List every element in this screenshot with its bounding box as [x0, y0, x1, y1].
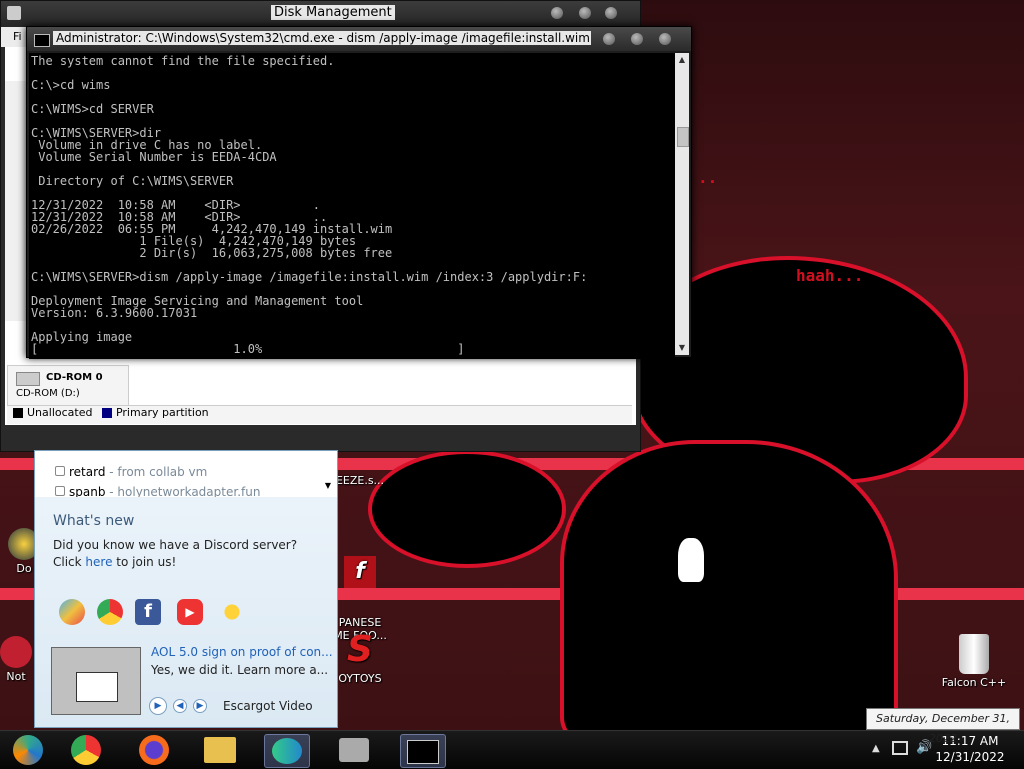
console-line: C:\>cd wims [31, 78, 111, 92]
window-title: Administrator: C:\Windows\System32\cmd.e… [53, 31, 591, 45]
taskbar-icon-graphic [272, 738, 302, 764]
youtube-icon[interactable]: ▶ [177, 599, 203, 625]
app-shortcuts: f ▶ [53, 599, 323, 629]
play-icon[interactable]: ▶ [149, 697, 167, 715]
title-bar[interactable]: Administrator: C:\Windows\System32\cmd.e… [27, 27, 691, 51]
cmd-icon [34, 34, 50, 47]
volume-column [5, 81, 28, 321]
close-button[interactable] [659, 33, 671, 45]
legend-primary: Primary partition [115, 406, 209, 419]
taskbar-icon-graphic [204, 737, 236, 763]
network-icon[interactable] [892, 741, 908, 755]
vertical-scrollbar[interactable]: ▲ ▼ [675, 53, 689, 355]
console-line: C:\WIMS>cd SERVER [31, 102, 154, 116]
cmd-window[interactable]: Administrator: C:\Windows\System32\cmd.e… [26, 26, 692, 359]
status-icon [55, 486, 65, 496]
console-line: Volume Serial Number is EEDA-4CDA [31, 150, 277, 164]
thumbnail-window [76, 672, 118, 702]
contact-name: spanb [69, 485, 106, 497]
scroll-up-icon[interactable]: ▲ [677, 55, 687, 65]
previous-icon[interactable]: ◀ [173, 699, 187, 713]
video-thumbnail[interactable] [51, 647, 141, 715]
recycle-bin-icon [959, 634, 989, 674]
help-button[interactable] [551, 7, 563, 19]
status-icon [55, 466, 65, 476]
flash-icon: f [344, 556, 376, 588]
cdrom-disk[interactable]: CD-ROM 0 CD-ROM (D:) [7, 365, 129, 407]
video-label: Escargot Video [223, 699, 313, 713]
unallocated-swatch [13, 408, 23, 418]
windows-live-messenger-icon[interactable] [264, 734, 310, 768]
console-line: Directory of C:\WIMS\SERVER [31, 174, 234, 188]
window-title: Disk Management [271, 5, 395, 20]
facebook-icon[interactable]: f [135, 599, 161, 625]
console-line: The system cannot find the file specifie… [31, 54, 335, 68]
contact-list[interactable]: retard - from collab vm spanb - holynetw… [35, 451, 337, 497]
cmd-icon[interactable] [400, 734, 446, 768]
show-hidden-icons-icon[interactable]: ▲ [872, 743, 880, 754]
chrome-icon[interactable] [97, 599, 123, 625]
windows-media-center-icon[interactable] [6, 734, 50, 766]
discord-promo: Did you know we have a Discord server? C… [53, 537, 323, 571]
wallpaper-text: .. [698, 168, 718, 187]
console-line: Version: 6.3.9600.17031 [31, 306, 198, 320]
wallpaper-hand-mark [678, 538, 704, 582]
app-icon [0, 636, 32, 668]
taskbar-icon-graphic [339, 738, 369, 762]
whats-new-heading: What's new [53, 513, 135, 529]
app-icon: S [347, 629, 373, 670]
console-output[interactable]: The system cannot find the file specifie… [29, 53, 675, 359]
taskbar-icon-graphic [71, 735, 101, 765]
disk-name: CD-ROM 0 [46, 372, 103, 383]
partition-legend: Unallocated Primary partition [7, 405, 632, 424]
minimize-button[interactable] [579, 7, 591, 19]
contact-item[interactable]: spanb - holynetworkadapter.fun [55, 485, 260, 497]
discord-link[interactable]: here [85, 555, 112, 569]
legend-unallocated: Unallocated [27, 406, 93, 419]
disk-management-icon[interactable] [332, 734, 376, 766]
contact-item[interactable]: retard - from collab vm [55, 465, 207, 479]
taskbar-icon-graphic [13, 735, 43, 765]
next-icon[interactable]: ▶ [193, 699, 207, 713]
wallpaper-text: haah... [796, 266, 864, 285]
news-description: Yes, we did it. Learn more a... [151, 663, 329, 677]
maximize-button[interactable] [631, 33, 643, 45]
news-title[interactable]: AOL 5.0 sign on proof of con... [151, 645, 333, 659]
minimize-button[interactable] [603, 33, 615, 45]
wallpaper-creature-body [560, 440, 898, 730]
chrome-icon[interactable] [64, 734, 108, 766]
taskbar-icon-graphic [407, 740, 439, 764]
console-line: C:\WIMS\SERVER>dism /apply-image /imagef… [31, 270, 588, 284]
contact-name: retard [69, 465, 106, 479]
date-tooltip: Saturday, December 31, 2022 [866, 708, 1020, 745]
weather-icon[interactable] [219, 599, 245, 625]
contact-message: - holynetworkadapter.fun [109, 485, 261, 497]
maximize-button[interactable] [605, 7, 617, 19]
console-line: [ 1.0% ] [31, 342, 465, 356]
file-explorer-icon[interactable] [198, 734, 242, 766]
primary-swatch [101, 408, 112, 418]
disk-drive: CD-ROM (D:) [16, 388, 80, 399]
console-line: 2 Dir(s) 16,063,275,008 bytes free [31, 246, 393, 260]
taskbar: ▲ 🔊 11:17 AM 12/31/2022 [0, 730, 1024, 769]
recycle-bin[interactable]: Falcon C++ [932, 634, 1016, 689]
promo-tail: to join us! [116, 555, 177, 569]
scroll-thumb[interactable] [677, 127, 689, 147]
title-bar[interactable]: Disk Management [1, 1, 640, 27]
cdrom-icon [16, 372, 40, 386]
scroll-down-icon[interactable]: ▼ [677, 343, 687, 353]
messenger-icon[interactable] [59, 599, 85, 625]
taskbar-icon-graphic [139, 735, 169, 765]
chevron-down-icon[interactable]: ▼ [325, 481, 331, 490]
menu-item-file[interactable]: Fi [13, 30, 22, 43]
app-icon [7, 6, 21, 20]
desktop-icon-label: Falcon C++ [941, 676, 1007, 689]
clock-date: 12/31/2022 [935, 750, 1005, 764]
messenger-panel: retard - from collab vm spanb - holynetw… [34, 450, 338, 728]
firefox-icon[interactable] [132, 734, 176, 766]
contact-message: - from collab vm [109, 465, 208, 479]
